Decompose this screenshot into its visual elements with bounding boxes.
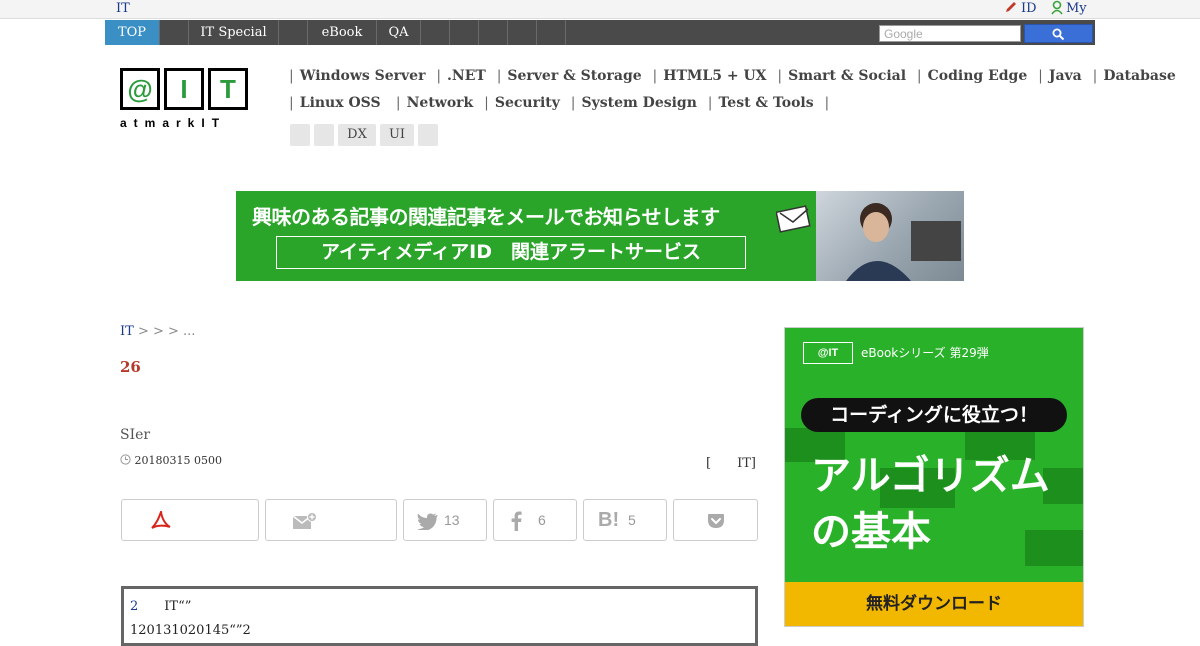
my-link[interactable]: My: [1066, 0, 1087, 17]
publish-date: 20180315 0500: [120, 454, 222, 467]
ad-title: アルゴリズム の基本: [811, 448, 1050, 560]
article-subtitle: SIer: [120, 427, 151, 443]
nav-it-special[interactable]: IT Special: [189, 20, 279, 45]
category-link[interactable]: HTML5 + UX: [663, 68, 766, 84]
banner-photo: [816, 191, 964, 281]
category-row-1: | Windows Server | .NET | Server & Storage …: [289, 68, 1176, 84]
nav-item[interactable]: [421, 20, 450, 45]
pocket-icon: [708, 514, 724, 528]
summary-text: IT“”: [138, 599, 192, 614]
twitter-share-button[interactable]: 13: [403, 499, 487, 541]
breadcrumb: IT > > > ...: [120, 324, 195, 339]
id-link[interactable]: ID: [1021, 0, 1037, 17]
facebook-share-button[interactable]: 6: [493, 499, 577, 541]
tag-chip-ui[interactable]: UI: [380, 124, 414, 146]
search-button[interactable]: [1024, 24, 1093, 43]
category-link[interactable]: Java: [1049, 68, 1082, 84]
category-link[interactable]: Test & Tools: [718, 95, 813, 111]
banner-cta: アイティメディアID 関連アラートサービス: [276, 236, 746, 269]
nav-item[interactable]: [279, 20, 308, 45]
category-link[interactable]: Network: [407, 95, 474, 111]
ad-title-line: アルゴリズム: [811, 453, 1050, 499]
ad-title-line: の基本: [811, 509, 931, 555]
logo-letter: I: [164, 68, 204, 110]
pocket-button[interactable]: [673, 499, 758, 541]
article-summary-box: 2 IT“” 120131020145“”2: [121, 586, 758, 646]
twitter-count: 13: [444, 512, 460, 528]
category-link[interactable]: Coding Edge: [928, 68, 1028, 84]
nav-item[interactable]: [160, 20, 189, 45]
nav-ebook[interactable]: eBook: [308, 20, 377, 45]
category-link[interactable]: .NET: [447, 68, 486, 84]
category-row-2: | Linux OSS | Network | Security | System De…: [289, 95, 830, 111]
pdf-icon: [151, 511, 171, 529]
hatena-bookmark-button[interactable]: B! 5: [583, 499, 667, 541]
category-link[interactable]: Security: [495, 95, 560, 111]
tag-chip[interactable]: [314, 124, 334, 146]
logo-subtitle: atmarkIT: [120, 116, 227, 130]
logo-letter: T: [208, 68, 248, 110]
hatena-count: 5: [628, 512, 636, 528]
ad-series: eBookシリーズ 第29弾: [861, 346, 989, 360]
article-title: 26: [120, 358, 141, 376]
atmarkit-logo[interactable]: @ I T atmarkIT: [120, 68, 250, 132]
ebook-sidebar-ad[interactable]: @IT eBookシリーズ 第29弾 コーディングに役立つ！ アルゴリズム の基…: [784, 327, 1084, 627]
category-link[interactable]: System Design: [581, 95, 696, 111]
top-utility-bar: IT ID My: [0, 0, 1200, 19]
nav-item[interactable]: [508, 20, 537, 45]
search-icon: [1052, 28, 1065, 41]
twitter-icon: [417, 513, 438, 530]
facebook-count: 6: [538, 512, 546, 528]
envelope-icon: [776, 205, 811, 233]
category-link[interactable]: Linux OSS: [300, 95, 381, 111]
ad-logo: @IT: [803, 342, 853, 364]
category-link[interactable]: Database: [1103, 68, 1175, 84]
nav-item[interactable]: [537, 20, 566, 45]
publish-date-text: 20180315 0500: [134, 454, 222, 467]
facebook-icon: [511, 511, 522, 531]
ad-download-button[interactable]: 無料ダウンロード: [785, 582, 1083, 626]
tag-chip[interactable]: [418, 124, 438, 146]
mail-add-icon: [292, 512, 317, 529]
author-credit: [ IT]: [706, 456, 756, 471]
search-input[interactable]: Google: [879, 25, 1021, 42]
nav-item[interactable]: [450, 20, 479, 45]
hatena-icon: B!: [598, 509, 620, 531]
clock-icon: [120, 454, 131, 465]
alert-service-banner[interactable]: 興味のある記事の関連記事をメールでお知らせします アイティメディアID 関連アラ…: [236, 191, 964, 281]
mail-add-button[interactable]: [265, 499, 397, 541]
tag-chip-dx[interactable]: DX: [338, 124, 376, 146]
breadcrumb-home[interactable]: IT: [120, 324, 134, 339]
category-link[interactable]: Smart & Social: [788, 68, 906, 84]
breadcrumb-trail: > > > ...: [133, 324, 196, 339]
pdf-button[interactable]: [121, 499, 259, 541]
nav-qa[interactable]: QA: [377, 20, 421, 45]
nav-top[interactable]: TOP: [105, 20, 160, 45]
tag-chip[interactable]: [290, 124, 310, 146]
category-link[interactable]: Windows Server: [300, 68, 426, 84]
nav-item[interactable]: [479, 20, 508, 45]
site-link[interactable]: IT: [116, 0, 130, 17]
banner-headline: 興味のある記事の関連記事をメールでお知らせします: [252, 205, 720, 229]
user-icon: [1050, 0, 1064, 20]
category-link[interactable]: Server & Storage: [507, 68, 641, 84]
pencil-icon: [1004, 0, 1018, 19]
ad-tagline: コーディングに役立つ！: [801, 398, 1067, 432]
summary-text: 120131020145“”2: [130, 623, 251, 638]
logo-letter: @: [120, 68, 160, 110]
